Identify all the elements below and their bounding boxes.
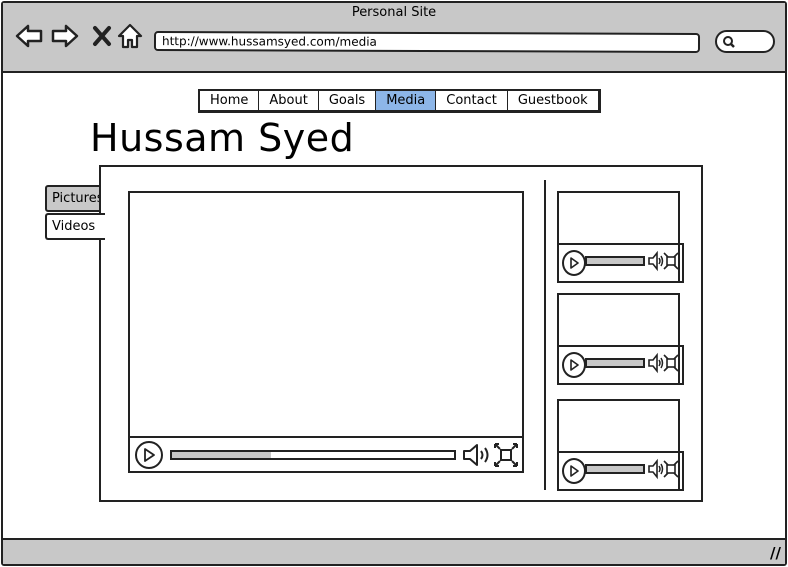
fullscreen-icon[interactable]: [663, 352, 679, 378]
progress-bar[interactable]: [170, 450, 456, 460]
panel-divider: [544, 180, 546, 490]
nav-item-media[interactable]: Media: [376, 91, 437, 110]
address-bar[interactable]: http://www.hussamsyed.com/media: [153, 31, 701, 53]
resize-grip-icon[interactable]: //: [770, 544, 781, 562]
fullscreen-icon[interactable]: [663, 250, 679, 276]
nav-item-goals[interactable]: Goals: [319, 91, 377, 110]
fullscreen-icon[interactable]: [494, 443, 518, 471]
video-thumbnail-player[interactable]: [557, 191, 684, 283]
progress-bar[interactable]: [585, 256, 645, 266]
search-icon: [723, 36, 735, 48]
progress-bar[interactable]: [585, 464, 645, 474]
tab-videos[interactable]: Videos: [45, 213, 105, 240]
nav-item-guestbook[interactable]: Guestbook: [508, 91, 598, 110]
play-icon: [570, 465, 579, 477]
play-button[interactable]: [562, 250, 586, 276]
back-arrow-icon[interactable]: [15, 22, 43, 50]
nav-item-home[interactable]: Home: [200, 91, 260, 110]
main-nav: Home About Goals Media Contact Guestbook: [198, 89, 601, 113]
volume-icon[interactable]: [648, 250, 664, 276]
progress-fill: [172, 452, 271, 458]
thumb-player-controls: [557, 451, 684, 491]
thumb-player-controls: [557, 345, 684, 385]
play-icon: [570, 257, 579, 269]
tab-pictures[interactable]: Pictures: [45, 185, 103, 212]
forward-arrow-icon[interactable]: [51, 22, 79, 50]
thumb-player-controls: [557, 243, 684, 283]
play-icon: [570, 359, 579, 371]
play-button[interactable]: [562, 352, 586, 378]
play-button[interactable]: [562, 458, 586, 484]
page-title: Hussam Syed: [90, 116, 355, 160]
video-thumbnail-player[interactable]: [557, 293, 684, 385]
home-icon[interactable]: [116, 22, 144, 50]
main-video-player[interactable]: [128, 191, 524, 473]
volume-icon[interactable]: [648, 458, 664, 484]
play-icon: [144, 448, 155, 462]
window-title: Personal Site: [351, 5, 437, 20]
video-thumbnail-player[interactable]: [557, 399, 684, 491]
volume-icon[interactable]: [648, 352, 664, 378]
fullscreen-icon[interactable]: [663, 458, 679, 484]
volume-icon[interactable]: [462, 443, 490, 471]
nav-item-about[interactable]: About: [259, 91, 319, 110]
search-field[interactable]: [715, 30, 775, 53]
play-button[interactable]: [135, 441, 163, 469]
progress-bar[interactable]: [585, 358, 645, 368]
close-x-icon[interactable]: [88, 22, 116, 50]
nav-item-contact[interactable]: Contact: [436, 91, 508, 110]
status-bar: //: [3, 538, 785, 564]
